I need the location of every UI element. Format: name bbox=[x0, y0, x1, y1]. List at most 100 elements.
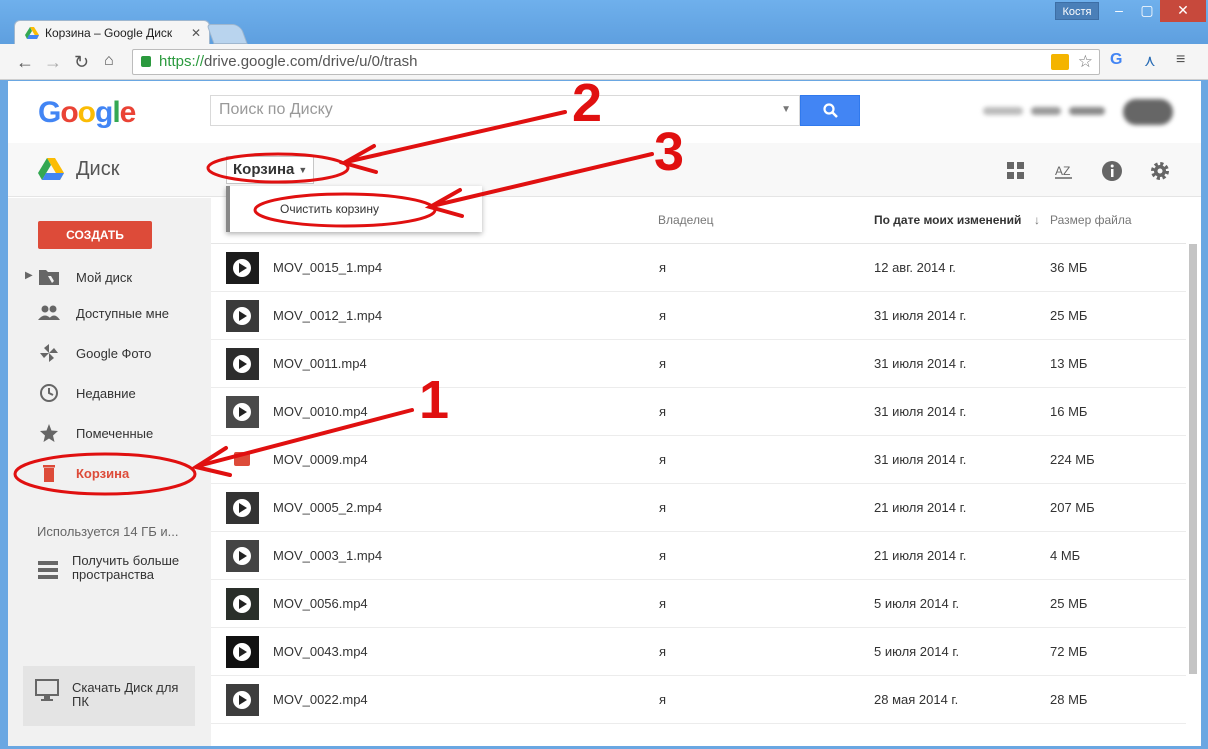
create-button[interactable]: СОЗДАТЬ bbox=[38, 221, 152, 249]
file-name: MOV_0022.mp4 bbox=[273, 692, 368, 707]
file-name: MOV_0056.mp4 bbox=[273, 596, 368, 611]
table-row[interactable]: MOV_0010.mp4 я 31 июля 2014 г. 16 МБ bbox=[211, 388, 1186, 436]
play-icon bbox=[233, 643, 251, 661]
maximize-icon[interactable]: ▢ bbox=[1131, 0, 1163, 22]
app-title[interactable]: Диск bbox=[76, 158, 119, 181]
google-logo[interactable]: Google bbox=[38, 96, 136, 130]
sidebar-item-label: Google Фото bbox=[76, 346, 152, 361]
file-owner: я bbox=[659, 548, 667, 563]
sidebar-item-photos[interactable]: Google Фото bbox=[8, 336, 211, 370]
file-name: MOV_0011.mp4 bbox=[273, 356, 367, 371]
sidebar-item-label: Мой диск bbox=[76, 270, 133, 285]
bookmark-star-icon[interactable]: ☆ bbox=[1078, 50, 1093, 74]
storage-usage[interactable]: Используется 14 ГБ и... bbox=[37, 524, 178, 539]
play-icon bbox=[233, 307, 251, 325]
play-icon bbox=[233, 691, 251, 709]
sidebar-item-recent[interactable]: Недавние bbox=[8, 376, 211, 410]
video-thumbnail bbox=[226, 300, 259, 332]
drive-favicon-icon bbox=[25, 27, 39, 39]
play-icon bbox=[233, 403, 251, 421]
sort-az-icon[interactable]: AZ bbox=[1052, 159, 1076, 183]
file-name: MOV_0010.mp4 bbox=[273, 404, 368, 419]
search-options-icon[interactable]: ▼ bbox=[781, 104, 791, 115]
settings-gear-icon[interactable] bbox=[1148, 159, 1172, 183]
account-info-blurred[interactable] bbox=[983, 97, 1178, 127]
address-bar[interactable]: https://drive.google.com/drive/u/0/trash… bbox=[132, 49, 1100, 75]
column-owner[interactable]: Владелец bbox=[658, 213, 714, 227]
close-window-icon[interactable]: ✕ bbox=[1160, 0, 1206, 22]
breadcrumb-label: Корзина bbox=[233, 161, 295, 178]
list-scrollbar[interactable] bbox=[1189, 244, 1197, 674]
file-date: 28 мая 2014 г. bbox=[874, 692, 959, 707]
sidebar-item-trash[interactable]: Корзина bbox=[8, 456, 211, 490]
new-tab-button[interactable] bbox=[206, 24, 248, 44]
table-row[interactable]: MOV_0015_1.mp4 я 12 авг. 2014 г. 36 МБ bbox=[211, 244, 1186, 292]
play-icon bbox=[233, 595, 251, 613]
file-owner: я bbox=[659, 452, 667, 467]
extension-icon[interactable] bbox=[1051, 54, 1069, 70]
table-row[interactable]: MOV_0022.mp4 я 28 мая 2014 г. 28 МБ bbox=[211, 676, 1186, 724]
extension-lambda-icon[interactable]: ⋏ bbox=[1144, 51, 1156, 71]
tab-close-icon[interactable]: ✕ bbox=[191, 26, 201, 40]
file-name: MOV_0005_2.mp4 bbox=[273, 500, 383, 515]
video-thumbnail bbox=[226, 540, 259, 572]
search-input[interactable]: Поиск по Диску ▼ bbox=[210, 95, 800, 126]
sidebar-item-starred[interactable]: Помеченные bbox=[8, 416, 211, 450]
file-owner: я bbox=[659, 404, 667, 419]
file-size: 207 МБ bbox=[1050, 500, 1095, 515]
file-size: 36 МБ bbox=[1050, 260, 1088, 275]
table-row[interactable]: MOV_0009.mp4 я 31 июля 2014 г. 224 МБ bbox=[211, 436, 1186, 484]
table-row[interactable]: MOV_0011.mp4 я 31 июля 2014 г. 13 МБ bbox=[211, 340, 1186, 388]
sidebar-item-shared[interactable]: Доступные мне bbox=[8, 296, 211, 330]
annotation-number-2: 2 bbox=[572, 73, 603, 133]
table-row[interactable]: MOV_0056.mp4 я 5 июля 2014 г. 25 МБ bbox=[211, 580, 1186, 628]
table-row[interactable]: MOV_0043.mp4 я 5 июля 2014 г. 72 МБ bbox=[211, 628, 1186, 676]
my-drive-icon bbox=[39, 270, 59, 285]
sort-arrow-icon[interactable]: ↓ bbox=[1034, 213, 1040, 227]
file-owner: я bbox=[659, 356, 667, 371]
back-icon[interactable]: ← bbox=[16, 52, 34, 73]
browser-tab[interactable]: Корзина – Google Диск ✕ bbox=[14, 20, 210, 46]
play-icon bbox=[233, 547, 251, 565]
menu-icon[interactable]: ≡ bbox=[1176, 51, 1185, 69]
file-owner: я bbox=[659, 692, 667, 707]
search-button[interactable] bbox=[800, 95, 860, 126]
trash-breadcrumb-dropdown[interactable]: Корзина ▼ bbox=[226, 156, 315, 184]
file-name: MOV_0009.mp4 bbox=[273, 452, 368, 467]
grid-view-icon[interactable] bbox=[1004, 159, 1028, 183]
video-thumbnail bbox=[226, 588, 259, 620]
file-date: 21 июля 2014 г. bbox=[874, 548, 967, 563]
home-icon[interactable]: ⌂ bbox=[104, 52, 114, 70]
drive-logo-icon[interactable] bbox=[38, 158, 64, 180]
url-path: drive.google.com/drive/u/0/trash bbox=[204, 53, 418, 70]
file-name: MOV_0015_1.mp4 bbox=[273, 260, 383, 275]
file-date: 31 июля 2014 г. bbox=[874, 452, 967, 467]
sidebar-item-my-drive[interactable]: ▶ Мой диск bbox=[8, 260, 211, 294]
empty-trash-menu-item[interactable]: Очистить корзину bbox=[280, 202, 379, 216]
column-modified[interactable]: По дате моих изменений bbox=[874, 213, 1021, 227]
photos-pinwheel-icon bbox=[40, 344, 58, 362]
table-row[interactable]: MOV_0012_1.mp4 я 31 июля 2014 г. 25 МБ bbox=[211, 292, 1186, 340]
expand-arrow-icon[interactable]: ▶ bbox=[25, 270, 33, 281]
file-owner: я bbox=[659, 644, 667, 659]
translate-icon[interactable]: G bbox=[1110, 51, 1122, 69]
file-size: 72 МБ bbox=[1050, 644, 1088, 659]
forward-icon[interactable]: → bbox=[44, 52, 62, 73]
table-row[interactable]: MOV_0003_1.mp4 я 21 июля 2014 г. 4 МБ bbox=[211, 532, 1186, 580]
url-protocol: https:// bbox=[159, 53, 205, 70]
shared-people-icon bbox=[38, 305, 60, 320]
profile-badge[interactable]: Костя bbox=[1055, 2, 1099, 20]
annotation-number-3: 3 bbox=[654, 122, 685, 182]
download-drive-pc[interactable]: Скачать Диск для ПК bbox=[23, 666, 195, 726]
table-row[interactable]: MOV_0005_2.mp4 я 21 июля 2014 г. 207 МБ bbox=[211, 484, 1186, 532]
file-date: 31 июля 2014 г. bbox=[874, 404, 967, 419]
file-name: MOV_0003_1.mp4 bbox=[273, 548, 383, 563]
file-date: 31 июля 2014 г. bbox=[874, 356, 967, 371]
column-size[interactable]: Размер файла bbox=[1050, 213, 1132, 227]
info-icon[interactable] bbox=[1100, 159, 1124, 183]
svg-text:AZ: AZ bbox=[1055, 164, 1070, 178]
file-date: 31 июля 2014 г. bbox=[874, 308, 967, 323]
reload-icon[interactable]: ↻ bbox=[74, 52, 89, 73]
storage-icon bbox=[38, 561, 58, 579]
star-icon bbox=[40, 424, 58, 442]
